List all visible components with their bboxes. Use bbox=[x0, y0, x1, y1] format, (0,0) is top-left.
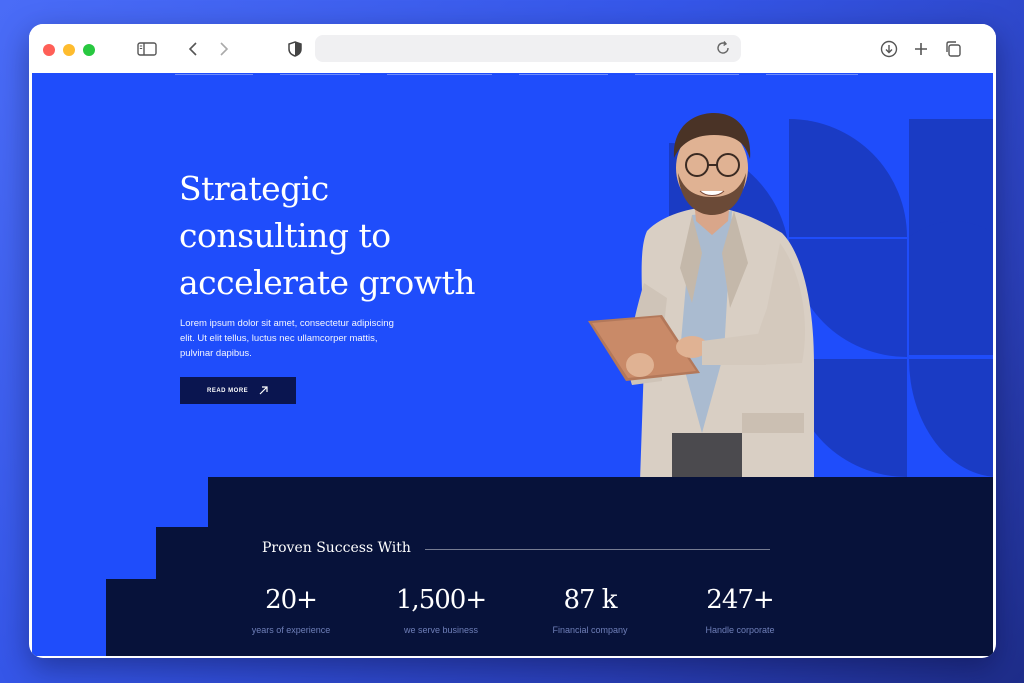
stat-item: 1,500+ we serve business bbox=[371, 585, 511, 635]
chevron-right-icon[interactable] bbox=[212, 38, 236, 60]
stat-item: 87 k Financial company bbox=[520, 585, 660, 635]
stats-heading: Proven Success With bbox=[262, 540, 411, 556]
download-icon[interactable] bbox=[877, 38, 901, 60]
hero-heading-line: consulting to bbox=[179, 216, 391, 255]
minimize-window-button[interactable] bbox=[63, 44, 75, 56]
stat-label: years of experience bbox=[251, 625, 331, 635]
stat-value: 247+ bbox=[706, 585, 774, 615]
nav-item-underline[interactable] bbox=[766, 74, 858, 75]
hero-heading-line: Strategic bbox=[179, 169, 329, 208]
stat-item: 247+ Handle corporate bbox=[670, 585, 810, 635]
address-bar[interactable] bbox=[315, 35, 741, 62]
nav-item-underline[interactable] bbox=[387, 74, 492, 75]
stat-item: 20+ years of experience bbox=[221, 585, 361, 635]
reload-icon[interactable] bbox=[715, 40, 731, 56]
hero-description: Lorem ipsum dolor sit amet, consectetur … bbox=[180, 318, 394, 359]
stat-label: Handle corporate bbox=[705, 625, 775, 635]
browser-window: Strategic consulting to accelerate growt… bbox=[29, 24, 996, 658]
nav-item-underline[interactable] bbox=[519, 74, 608, 75]
stepped-background bbox=[106, 477, 993, 656]
nav-item-underline[interactable] bbox=[280, 74, 360, 75]
businessman-illustration bbox=[588, 113, 814, 481]
tabs-icon[interactable] bbox=[941, 38, 965, 60]
shape-quarter bbox=[909, 221, 993, 355]
hero-heading-line: accelerate growth bbox=[179, 263, 476, 302]
stat-label: we serve business bbox=[403, 625, 479, 635]
browser-toolbar bbox=[29, 24, 996, 73]
shield-icon[interactable] bbox=[283, 38, 307, 60]
nav-item-underline[interactable] bbox=[635, 74, 739, 75]
shape-square bbox=[909, 119, 993, 237]
stat-value: 20+ bbox=[265, 585, 318, 615]
stats-divider bbox=[425, 549, 770, 550]
stat-value: 1,500+ bbox=[395, 585, 487, 615]
read-more-label: READ MORE bbox=[207, 387, 249, 394]
stat-value: 87 k bbox=[563, 585, 617, 615]
web-page: Strategic consulting to accelerate growt… bbox=[32, 73, 993, 656]
sidebar-icon[interactable] bbox=[135, 38, 159, 60]
read-more-button[interactable]: READ MORE bbox=[180, 377, 296, 404]
nav-menu-underlines bbox=[32, 73, 993, 76]
stat-label: Financial company bbox=[552, 625, 628, 635]
shape-quarter bbox=[909, 359, 993, 477]
stats-section: Proven Success With 20+ years of experie… bbox=[32, 477, 993, 656]
close-window-button[interactable] bbox=[43, 44, 55, 56]
hero-heading: Strategic consulting to accelerate growt… bbox=[179, 165, 519, 306]
chevron-left-icon[interactable] bbox=[181, 38, 205, 60]
nav-item-underline[interactable] bbox=[175, 74, 253, 75]
arrow-up-right-icon bbox=[259, 386, 268, 395]
plus-icon[interactable] bbox=[909, 38, 933, 60]
maximize-window-button[interactable] bbox=[83, 44, 95, 56]
